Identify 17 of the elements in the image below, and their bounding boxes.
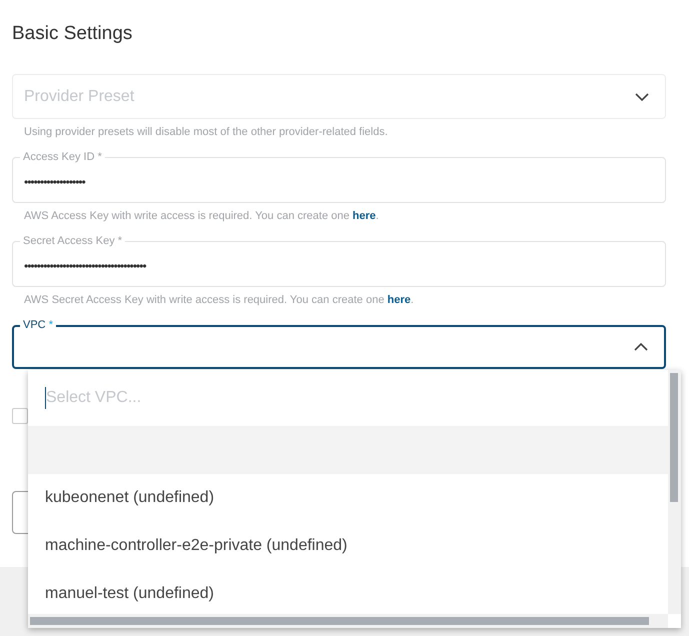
option[interactable]: machine-controller-e2e-private (undefined) bbox=[28, 522, 668, 570]
here-link[interactable]: here bbox=[352, 210, 376, 222]
field-label: Access Key ID * bbox=[20, 150, 105, 164]
scrollbar-thumb[interactable] bbox=[30, 617, 649, 625]
hint-text: Using provider presets will disable most of the other provider-related fields. bbox=[23, 125, 389, 138]
here-link[interactable]: here bbox=[387, 294, 411, 306]
section-title: Basic Settings bbox=[12, 22, 134, 46]
scrollbar-thumb[interactable] bbox=[670, 373, 678, 502]
hint-text: AWS Secret Access Key with write access is required. You can create one here. bbox=[23, 293, 415, 306]
option[interactable]: kubeonenet (undefined) bbox=[28, 474, 668, 522]
option[interactable]: manuel-test (undefined) bbox=[28, 570, 668, 618]
masked-value: •••••••••••••••••••••••••••••••••••••• bbox=[24, 259, 146, 273]
masked-value: ••••••••••••••••••• bbox=[24, 175, 85, 189]
empty-option[interactable] bbox=[28, 426, 668, 474]
field-label: Secret Access Key * bbox=[20, 234, 126, 248]
chevron-down-icon bbox=[635, 92, 649, 100]
hint-text: AWS Access Key with write access is required. You can create one here. bbox=[23, 209, 380, 222]
